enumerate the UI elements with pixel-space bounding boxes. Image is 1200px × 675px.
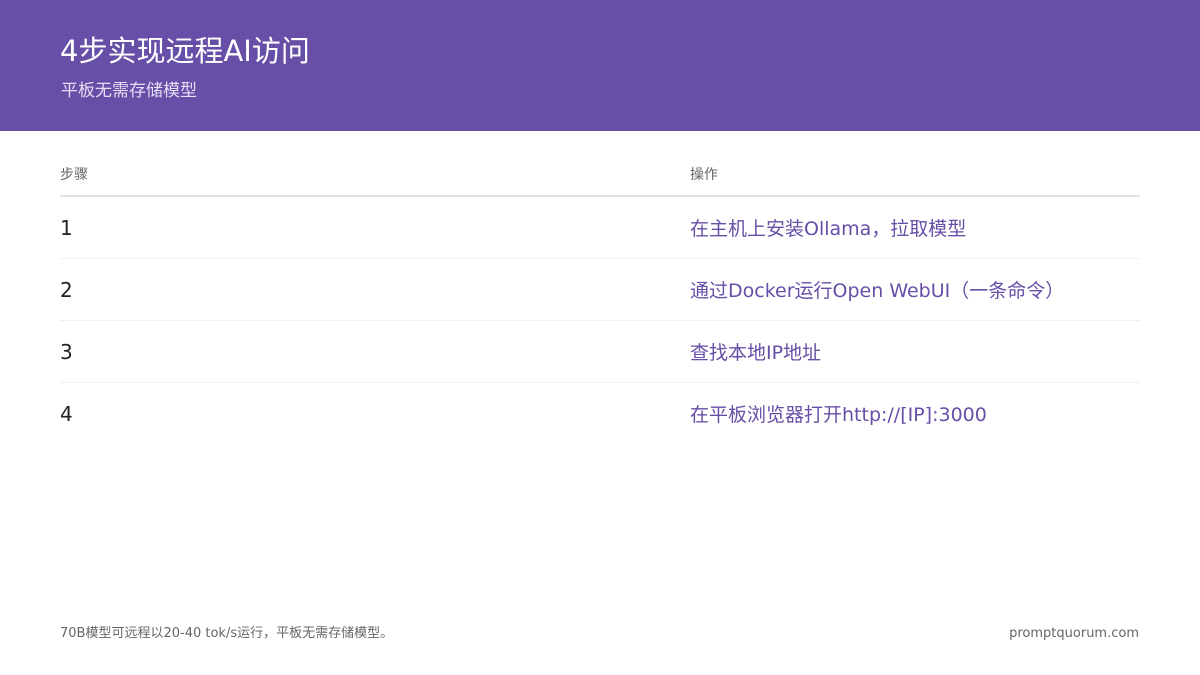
step-action: 通过Docker运行Open WebUI（一条命令） [690,280,1065,302]
footer-source: promptquorum.com [1009,626,1139,641]
step-action: 在平板浏览器打开http://[IP]:3000 [690,404,987,426]
page-title: 4步实现远程AI访问 [60,34,310,68]
steps-table: 步骤 操作 1 在主机上安装Ollama，拉取模型 2 通过Docker运行Op… [60,160,1140,444]
table-row: 3 查找本地IP地址 [60,321,1140,383]
page-subtitle: 平板无需存储模型 [61,81,197,101]
footer-note: 70B模型可远程以20-40 tok/s运行，平板无需存储模型。 [60,626,394,641]
step-number: 3 [60,340,73,364]
table-row: 4 在平板浏览器打开http://[IP]:3000 [60,383,1140,444]
header-banner: 4步实现远程AI访问 平板无需存储模型 [0,0,1200,131]
table-header-row: 步骤 操作 [60,160,1140,197]
step-number: 2 [60,278,73,302]
step-action: 在主机上安装Ollama，拉取模型 [690,218,967,240]
step-number: 1 [60,216,73,240]
table-row: 1 在主机上安装Ollama，拉取模型 [60,197,1140,259]
column-header-step: 步骤 [60,167,88,183]
column-header-action: 操作 [690,167,718,183]
step-action: 查找本地IP地址 [690,342,822,364]
table-row: 2 通过Docker运行Open WebUI（一条命令） [60,259,1140,321]
step-number: 4 [60,402,73,426]
